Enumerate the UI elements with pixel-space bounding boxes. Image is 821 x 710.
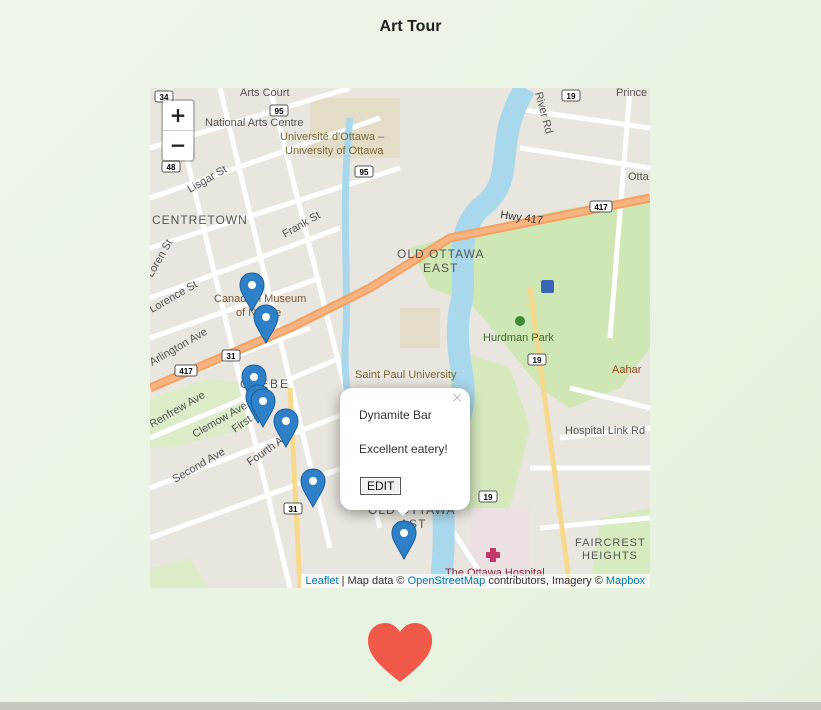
svg-text:19: 19 bbox=[567, 92, 576, 101]
svg-text:95: 95 bbox=[360, 168, 369, 177]
page-title: Art Tour bbox=[379, 18, 442, 35]
marker-pin-icon bbox=[273, 408, 299, 449]
svg-text:48: 48 bbox=[167, 163, 176, 172]
osm-link[interactable]: OpenStreetMap bbox=[408, 575, 486, 587]
svg-text:417: 417 bbox=[594, 203, 608, 212]
heart-icon[interactable] bbox=[367, 622, 433, 684]
svg-text:HEIGHTS: HEIGHTS bbox=[582, 550, 638, 562]
map-marker[interactable] bbox=[253, 304, 279, 345]
map-marker[interactable] bbox=[391, 520, 417, 561]
svg-text:University of Ottawa: University of Ottawa bbox=[285, 145, 384, 157]
svg-text:EAST: EAST bbox=[423, 261, 458, 275]
svg-text:OLD OTTAWA: OLD OTTAWA bbox=[397, 247, 485, 261]
svg-text:417: 417 bbox=[179, 367, 193, 376]
svg-text:Otta: Otta bbox=[628, 171, 650, 183]
leaflet-link[interactable]: Leaflet bbox=[306, 575, 339, 587]
marker-pin-icon bbox=[300, 468, 326, 509]
popup-close-button[interactable]: × bbox=[451, 390, 463, 406]
popup-description: Excellent eatery! bbox=[359, 442, 448, 456]
svg-text:19: 19 bbox=[533, 356, 542, 365]
zoom-out-button[interactable]: − bbox=[163, 130, 193, 160]
svg-text:19: 19 bbox=[484, 493, 493, 502]
svg-text:Saint Paul University: Saint Paul University bbox=[355, 369, 457, 381]
marker-pin-icon bbox=[250, 388, 276, 429]
svg-text:Aahar: Aahar bbox=[612, 364, 642, 376]
marker-popup: × Dynamite Bar Excellent eatery! EDIT bbox=[340, 388, 470, 516]
attribution-text: | Map data © bbox=[338, 575, 408, 587]
zoom-in-button[interactable]: + bbox=[163, 101, 193, 130]
svg-text:Prince: Prince bbox=[616, 88, 647, 99]
attribution-text: contributors, Imagery © bbox=[485, 575, 606, 587]
edit-button[interactable]: EDIT bbox=[360, 477, 402, 495]
popup-title: Dynamite Bar bbox=[359, 408, 432, 422]
map-marker[interactable] bbox=[250, 388, 276, 429]
mapbox-link[interactable]: Mapbox bbox=[606, 575, 645, 587]
svg-text:95: 95 bbox=[275, 107, 284, 116]
map-attribution: Leaflet | Map data © OpenStreetMap contr… bbox=[300, 574, 650, 588]
svg-text:FAIRCREST: FAIRCREST bbox=[575, 537, 646, 549]
svg-text:Hurdman Park: Hurdman Park bbox=[483, 332, 554, 344]
svg-text:Université d'Ottawa –: Université d'Ottawa – bbox=[280, 131, 385, 143]
map-marker[interactable] bbox=[273, 408, 299, 449]
svg-text:National Arts Centre: National Arts Centre bbox=[205, 117, 303, 129]
svg-text:Hospital Link Rd: Hospital Link Rd bbox=[565, 425, 645, 437]
zoom-control: + − bbox=[161, 99, 195, 162]
popup-tip bbox=[393, 506, 413, 516]
bottom-bar bbox=[0, 702, 821, 710]
svg-text:31: 31 bbox=[227, 352, 236, 361]
map[interactable]: Arts Court National Arts Centre Universi… bbox=[150, 88, 650, 588]
map-marker[interactable] bbox=[300, 468, 326, 509]
svg-text:Arts Court: Arts Court bbox=[240, 88, 290, 99]
marker-pin-icon bbox=[253, 304, 279, 345]
svg-text:31: 31 bbox=[289, 505, 298, 514]
marker-pin-icon bbox=[391, 520, 417, 561]
svg-text:CENTRETOWN: CENTRETOWN bbox=[152, 213, 248, 227]
